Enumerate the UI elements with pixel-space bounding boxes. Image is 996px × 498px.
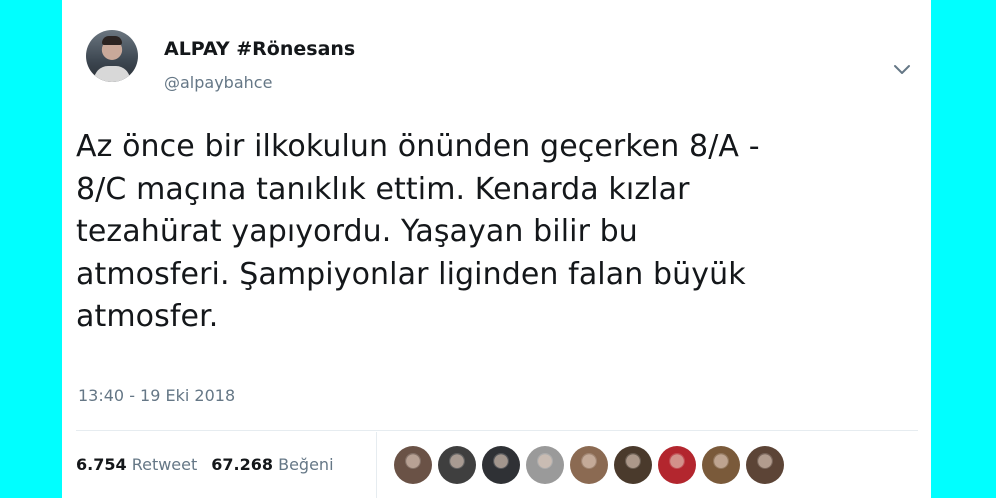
liker-avatar-icon[interactable] [570, 446, 608, 484]
display-name[interactable]: ALPAY #Rönesans [164, 38, 355, 60]
liker-avatar-icon[interactable] [658, 446, 696, 484]
chevron-down-icon[interactable] [890, 57, 914, 81]
liker-avatar-icon[interactable] [614, 446, 652, 484]
user-handle[interactable]: @alpaybahce [164, 73, 272, 92]
tweet-text: Az önce bir ilkokulun önünden geçerken 8… [76, 129, 760, 334]
retweet-stat[interactable]: 6.754 Retweet [76, 455, 197, 474]
avatar-hair [102, 36, 122, 45]
avatar-shirt [94, 66, 130, 82]
tweet-card: ALPAY #Rönesans @alpaybahce Az önce bir … [62, 0, 931, 498]
likers-avatar-list [394, 446, 784, 484]
like-label: Beğeni [278, 455, 334, 474]
profile-avatar-icon[interactable] [86, 30, 138, 82]
liker-avatar-icon[interactable] [438, 446, 476, 484]
stats-divider [76, 430, 918, 431]
tweet-stats: 6.754 Retweet 67.268 Beğeni [76, 455, 334, 474]
liker-avatar-icon[interactable] [482, 446, 520, 484]
like-count: 67.268 [211, 455, 274, 474]
retweet-count: 6.754 [76, 455, 127, 474]
like-stat[interactable]: 67.268 Beğeni [211, 455, 333, 474]
tweet-timestamp[interactable]: 13:40 - 19 Eki 2018 [78, 386, 235, 405]
liker-avatar-icon[interactable] [526, 446, 564, 484]
liker-avatar-icon[interactable] [394, 446, 432, 484]
retweet-label: Retweet [131, 455, 198, 474]
liker-avatar-icon[interactable] [702, 446, 740, 484]
stats-separator [376, 432, 377, 498]
liker-avatar-icon[interactable] [746, 446, 784, 484]
